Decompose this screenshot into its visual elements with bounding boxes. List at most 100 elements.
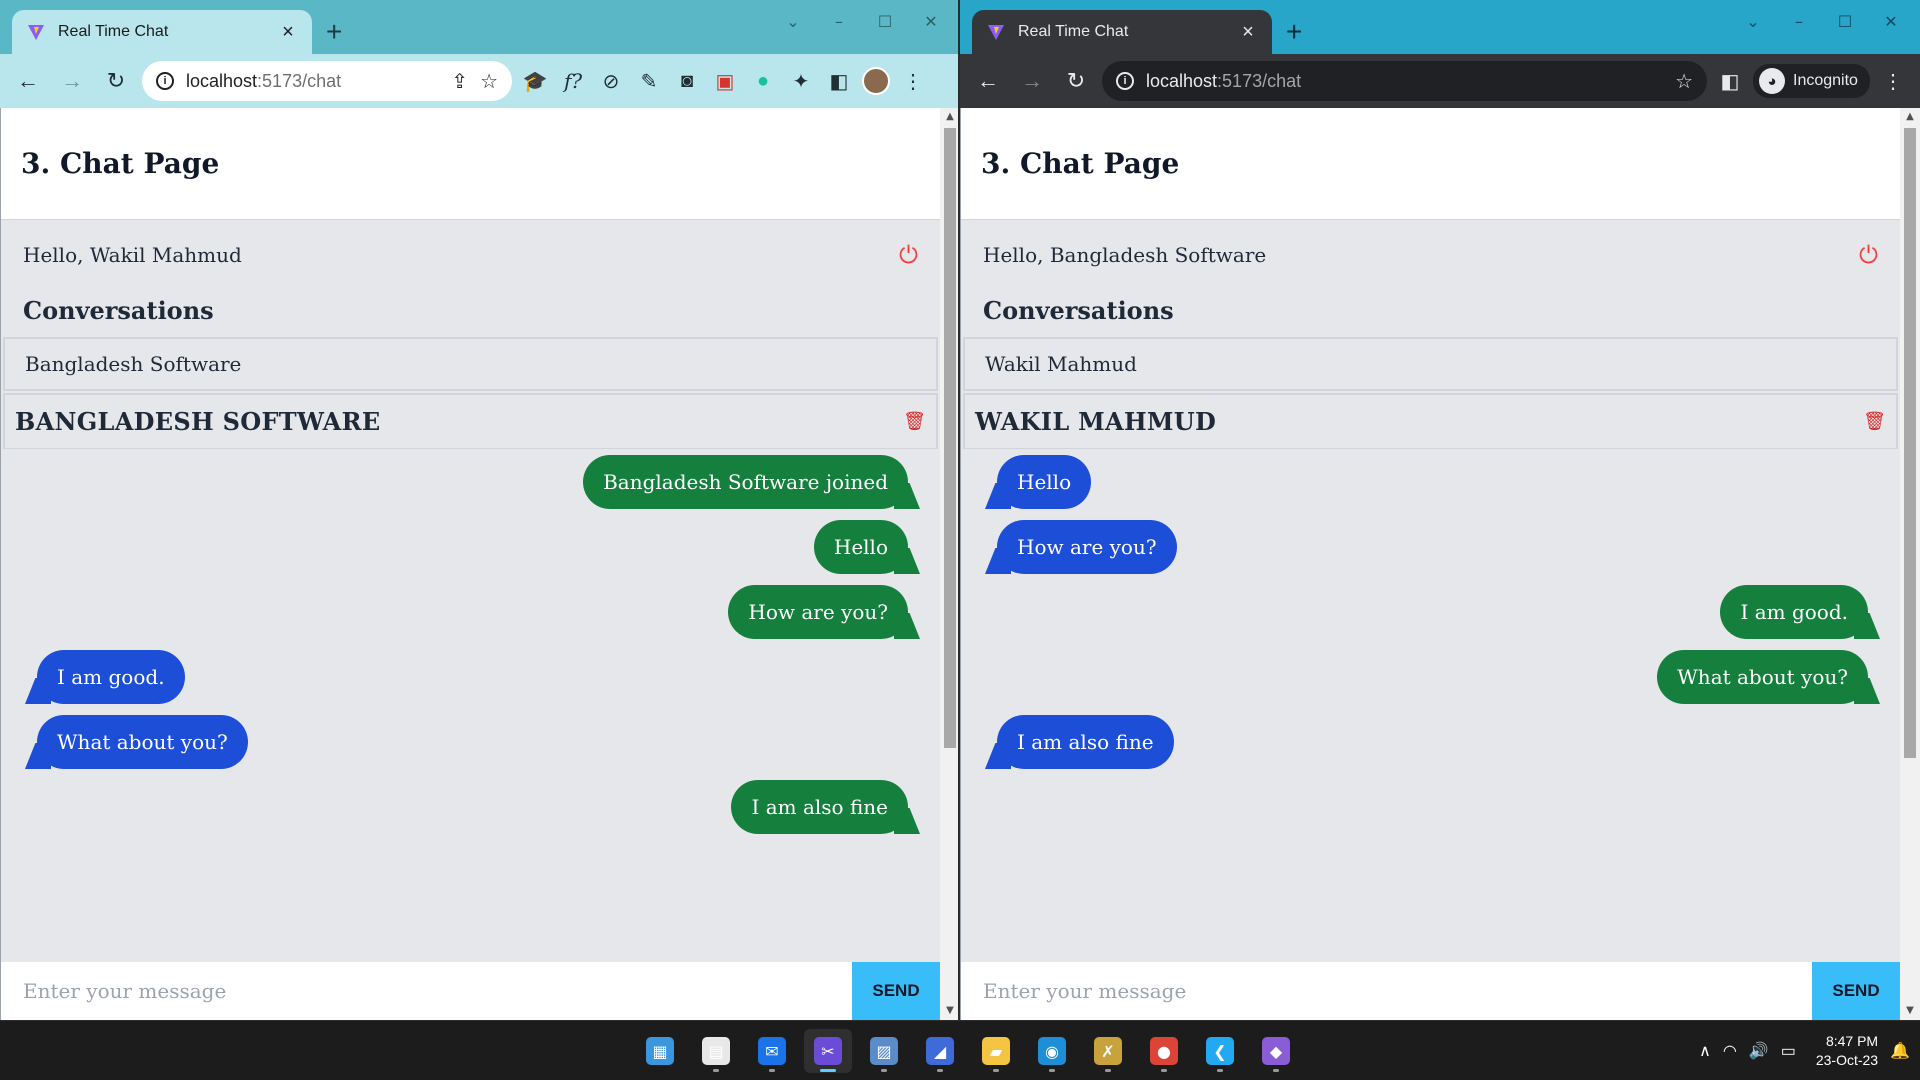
- vite-favicon-icon: [28, 25, 44, 40]
- bookmark-star-icon[interactable]: ☆: [1675, 69, 1693, 94]
- running-indicator: [1049, 1069, 1055, 1072]
- reload-icon[interactable]: ↻: [98, 63, 134, 99]
- extension-graduation-cap-icon[interactable]: 🎓: [520, 66, 550, 96]
- maximize-icon[interactable]: ☐: [1822, 6, 1868, 36]
- send-button[interactable]: SEND: [1812, 962, 1900, 1020]
- address-bar[interactable]: i localhost:5173/chat ☆: [1102, 61, 1707, 101]
- tab-close-icon[interactable]: ×: [1238, 21, 1258, 44]
- reload-icon[interactable]: ↻: [1058, 63, 1094, 99]
- conversation-item[interactable]: Bangladesh Software: [3, 337, 938, 391]
- taskbar-app[interactable]: ▦: [636, 1029, 684, 1073]
- taskbar-app[interactable]: ❮: [1196, 1029, 1244, 1073]
- sent-message-bubble: Bangladesh Software joined: [583, 455, 908, 509]
- clock[interactable]: 8:47 PM 23-Oct-23: [1816, 1032, 1878, 1070]
- page-scrollbar[interactable]: ▲ ▼: [940, 108, 960, 1020]
- taskbar: ▦ ▤ ✉ ✂ ▨ ◢ ▰ ◉ ✗ ● ❮ ◆ ∧ ◠ 🔊 ▭ 8:47 PM 23-Oct-23 🔔: [0, 1020, 1920, 1080]
- forward-icon[interactable]: →: [1014, 63, 1050, 99]
- tray-overflow-chevron-icon[interactable]: ∧: [1699, 1041, 1711, 1061]
- conversations-heading: Conversations: [23, 296, 214, 325]
- message-input[interactable]: [1, 962, 852, 1020]
- visual-studio-code-alt-icon: ◢: [926, 1037, 954, 1065]
- logout-power-icon[interactable]: ⏻: [1859, 241, 1878, 269]
- taskbar-app[interactable]: ✗: [1084, 1029, 1132, 1073]
- scrollbar-thumb[interactable]: [1904, 128, 1916, 758]
- browser-tab[interactable]: Real Time Chat ×: [12, 10, 312, 54]
- taskbar-app[interactable]: ▤: [692, 1029, 740, 1073]
- volume-icon[interactable]: 🔊: [1749, 1041, 1769, 1061]
- delete-trash-icon[interactable]: 🗑: [903, 411, 926, 432]
- message-row: I am also fine: [983, 715, 1878, 780]
- delete-trash-icon[interactable]: 🗑: [1863, 411, 1886, 432]
- page-scrollbar[interactable]: ▲ ▼: [1900, 108, 1920, 1020]
- visual-studio-icon: ◆: [1262, 1037, 1290, 1065]
- message-input[interactable]: [961, 962, 1812, 1020]
- site-info-icon[interactable]: i: [156, 72, 174, 90]
- scroll-up-icon[interactable]: ▲: [940, 108, 960, 126]
- scrollbar-thumb[interactable]: [944, 128, 956, 748]
- page-title: 3. Chat Page: [981, 147, 1180, 180]
- new-tab-icon[interactable]: +: [326, 18, 342, 46]
- side-panel-icon[interactable]: ◧: [824, 66, 854, 96]
- taskbar-app[interactable]: ◢: [916, 1029, 964, 1073]
- forward-icon[interactable]: →: [54, 63, 90, 99]
- browser-menu-icon[interactable]: ⋮: [1878, 66, 1908, 96]
- chat-partner-name: BANGLADESH SOFTWARE: [15, 407, 381, 436]
- profile-avatar[interactable]: [862, 67, 890, 95]
- browser-menu-icon[interactable]: ⋮: [898, 66, 928, 96]
- minimize-icon[interactable]: –: [816, 6, 862, 36]
- edge-icon: ◉: [1038, 1037, 1066, 1065]
- desktop: Real Time Chat × + ⌄ – ☐ ✕ ← → ↻ i local…: [0, 0, 1920, 1080]
- address-bar[interactable]: i localhost:5173/chat ⇪ ☆: [142, 61, 512, 101]
- extension-camera-icon[interactable]: ◙: [672, 66, 702, 96]
- taskbar-app[interactable]: ✉: [748, 1029, 796, 1073]
- site-info-icon[interactable]: i: [1116, 72, 1134, 90]
- extension-red-icon[interactable]: ▣: [710, 66, 740, 96]
- notification-bell-icon[interactable]: 🔔: [1890, 1041, 1910, 1061]
- extension-font-icon[interactable]: f?: [558, 66, 588, 96]
- dev-tool-icon: ✗: [1094, 1037, 1122, 1065]
- tab-search-icon[interactable]: ⌄: [770, 6, 816, 36]
- taskbar-app[interactable]: ◆: [1252, 1029, 1300, 1073]
- taskbar-app[interactable]: ▨: [860, 1029, 908, 1073]
- wifi-icon[interactable]: ◠: [1723, 1041, 1737, 1061]
- share-icon[interactable]: ⇪: [451, 69, 468, 94]
- greeting-row: Hello, Wakil Mahmud ⏻: [1, 220, 940, 290]
- extension-grammarly-icon[interactable]: ●: [748, 66, 778, 96]
- message-row: I am good.: [23, 650, 918, 715]
- incognito-label: Incognito: [1793, 72, 1858, 89]
- received-message-bubble: I am good.: [37, 650, 185, 704]
- new-tab-icon[interactable]: +: [1286, 18, 1302, 46]
- close-window-icon[interactable]: ✕: [908, 6, 954, 36]
- back-icon[interactable]: ←: [10, 63, 46, 99]
- taskbar-app[interactable]: ▰: [972, 1029, 1020, 1073]
- incognito-indicator[interactable]: ◕ Incognito: [1753, 64, 1870, 98]
- scroll-up-icon[interactable]: ▲: [1900, 108, 1920, 126]
- conversation-item[interactable]: Wakil Mahmud: [963, 337, 1898, 391]
- scroll-down-icon[interactable]: ▼: [1900, 1002, 1920, 1020]
- back-icon[interactable]: ←: [970, 63, 1006, 99]
- side-panel-icon[interactable]: ◧: [1715, 66, 1745, 96]
- extensions-puzzle-icon[interactable]: ✦: [786, 66, 816, 96]
- taskbar-app[interactable]: ●: [1140, 1029, 1188, 1073]
- tab-close-icon[interactable]: ×: [278, 21, 298, 44]
- bookmark-star-icon[interactable]: ☆: [480, 69, 498, 94]
- scroll-down-icon[interactable]: ▼: [940, 1002, 960, 1020]
- taskbar-app[interactable]: ◉: [1028, 1029, 1076, 1073]
- extension-eyedropper-icon[interactable]: ✎: [634, 66, 664, 96]
- tab-search-icon[interactable]: ⌄: [1730, 6, 1776, 36]
- extension-compass-icon[interactable]: ⊘: [596, 66, 626, 96]
- sent-message-bubble: What about you?: [1657, 650, 1868, 704]
- close-window-icon[interactable]: ✕: [1868, 6, 1914, 36]
- minimize-icon[interactable]: –: [1776, 6, 1822, 36]
- store-icon: ▤: [702, 1037, 730, 1065]
- window-controls: ⌄ – ☐ ✕: [770, 6, 954, 36]
- message-row: What about you?: [983, 650, 1878, 715]
- logout-power-icon[interactable]: ⏻: [899, 241, 918, 269]
- battery-icon[interactable]: ▭: [1781, 1041, 1796, 1061]
- browser-tab[interactable]: Real Time Chat ×: [972, 10, 1272, 54]
- send-button[interactable]: SEND: [852, 962, 940, 1020]
- title-bar: Real Time Chat × + ⌄ – ☐ ✕: [960, 0, 1920, 54]
- maximize-icon[interactable]: ☐: [862, 6, 908, 36]
- taskbar-app[interactable]: ✂: [804, 1029, 852, 1073]
- tab-title: Real Time Chat: [58, 23, 169, 40]
